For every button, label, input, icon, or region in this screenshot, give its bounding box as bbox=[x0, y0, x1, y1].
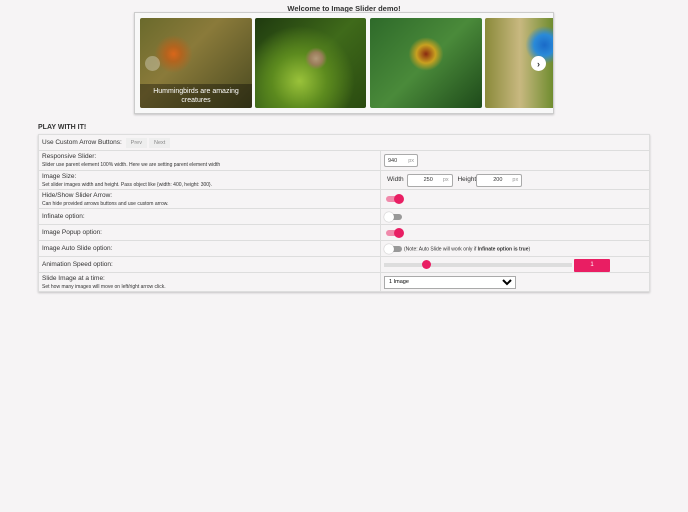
unit-label: px bbox=[408, 157, 414, 164]
prev-arrow-button[interactable]: ‹ bbox=[145, 56, 160, 71]
height-label: Height bbox=[457, 176, 477, 183]
popup-toggle[interactable] bbox=[384, 227, 404, 238]
slide-caption: Hummingbirds are amazing creatures bbox=[140, 84, 252, 108]
input-value: 250 bbox=[423, 177, 433, 183]
slide-squirrel[interactable] bbox=[255, 18, 366, 108]
next-arrow-button[interactable]: › bbox=[531, 56, 546, 71]
option-label: Responsive Slider: bbox=[42, 153, 97, 160]
slider-thumb[interactable] bbox=[421, 259, 431, 269]
chevron-left-icon: ‹ bbox=[151, 59, 154, 69]
slide-count-select[interactable]: 1 Image bbox=[384, 275, 516, 289]
animation-speed-slider[interactable]: 1 bbox=[384, 258, 646, 272]
responsive-width-input[interactable]: 940 px bbox=[384, 154, 418, 167]
arrows-toggle[interactable] bbox=[384, 194, 404, 204]
unit-label: px bbox=[512, 177, 519, 183]
chevron-right-icon: › bbox=[537, 58, 540, 69]
autoslide-note: (Note: Auto Slide will work only if Infi… bbox=[404, 246, 531, 253]
section-heading: PLAY WITH IT! bbox=[38, 124, 87, 131]
option-label: Image Auto Slide option: bbox=[42, 245, 113, 252]
option-label: Infinate option: bbox=[42, 213, 85, 220]
image-slider: Hummingbirds are amazing creatures ‹ › bbox=[134, 12, 554, 114]
height-input[interactable]: 200 px bbox=[476, 173, 523, 187]
option-label: Hide/Show Slider Arrow: bbox=[42, 191, 113, 199]
width-label: Width bbox=[387, 176, 404, 183]
unit-label: px bbox=[442, 177, 449, 183]
next-button[interactable]: Next bbox=[148, 137, 171, 148]
options-table: Use Custom Arrow Buttons: Prev Next Respo… bbox=[38, 134, 650, 292]
option-label: Slide Image at a time: bbox=[42, 274, 105, 282]
infinite-toggle[interactable] bbox=[384, 211, 404, 222]
width-input[interactable]: 250 px bbox=[406, 173, 453, 187]
input-value: 200 bbox=[493, 177, 503, 183]
option-desc: Set how many images will move on left/ri… bbox=[42, 283, 166, 290]
option-label: Use Custom Arrow Buttons: bbox=[42, 138, 122, 146]
input-value: 940 bbox=[388, 157, 398, 164]
option-label: Image Size: bbox=[42, 172, 77, 180]
prev-button[interactable]: Prev bbox=[125, 137, 147, 148]
option-desc: Can hide provided arrows buttons and use… bbox=[42, 200, 169, 207]
option-desc: Slider use parent element 100% width. He… bbox=[42, 162, 221, 168]
slide-bird-of-paradise[interactable] bbox=[370, 18, 482, 108]
option-label: Image Popup option: bbox=[42, 229, 102, 236]
speed-value: 1 bbox=[574, 258, 610, 272]
option-desc: Set slider images width and height. Pass… bbox=[42, 181, 213, 188]
option-label: Animation Speed option: bbox=[42, 261, 113, 268]
autoslide-toggle[interactable] bbox=[384, 243, 404, 254]
